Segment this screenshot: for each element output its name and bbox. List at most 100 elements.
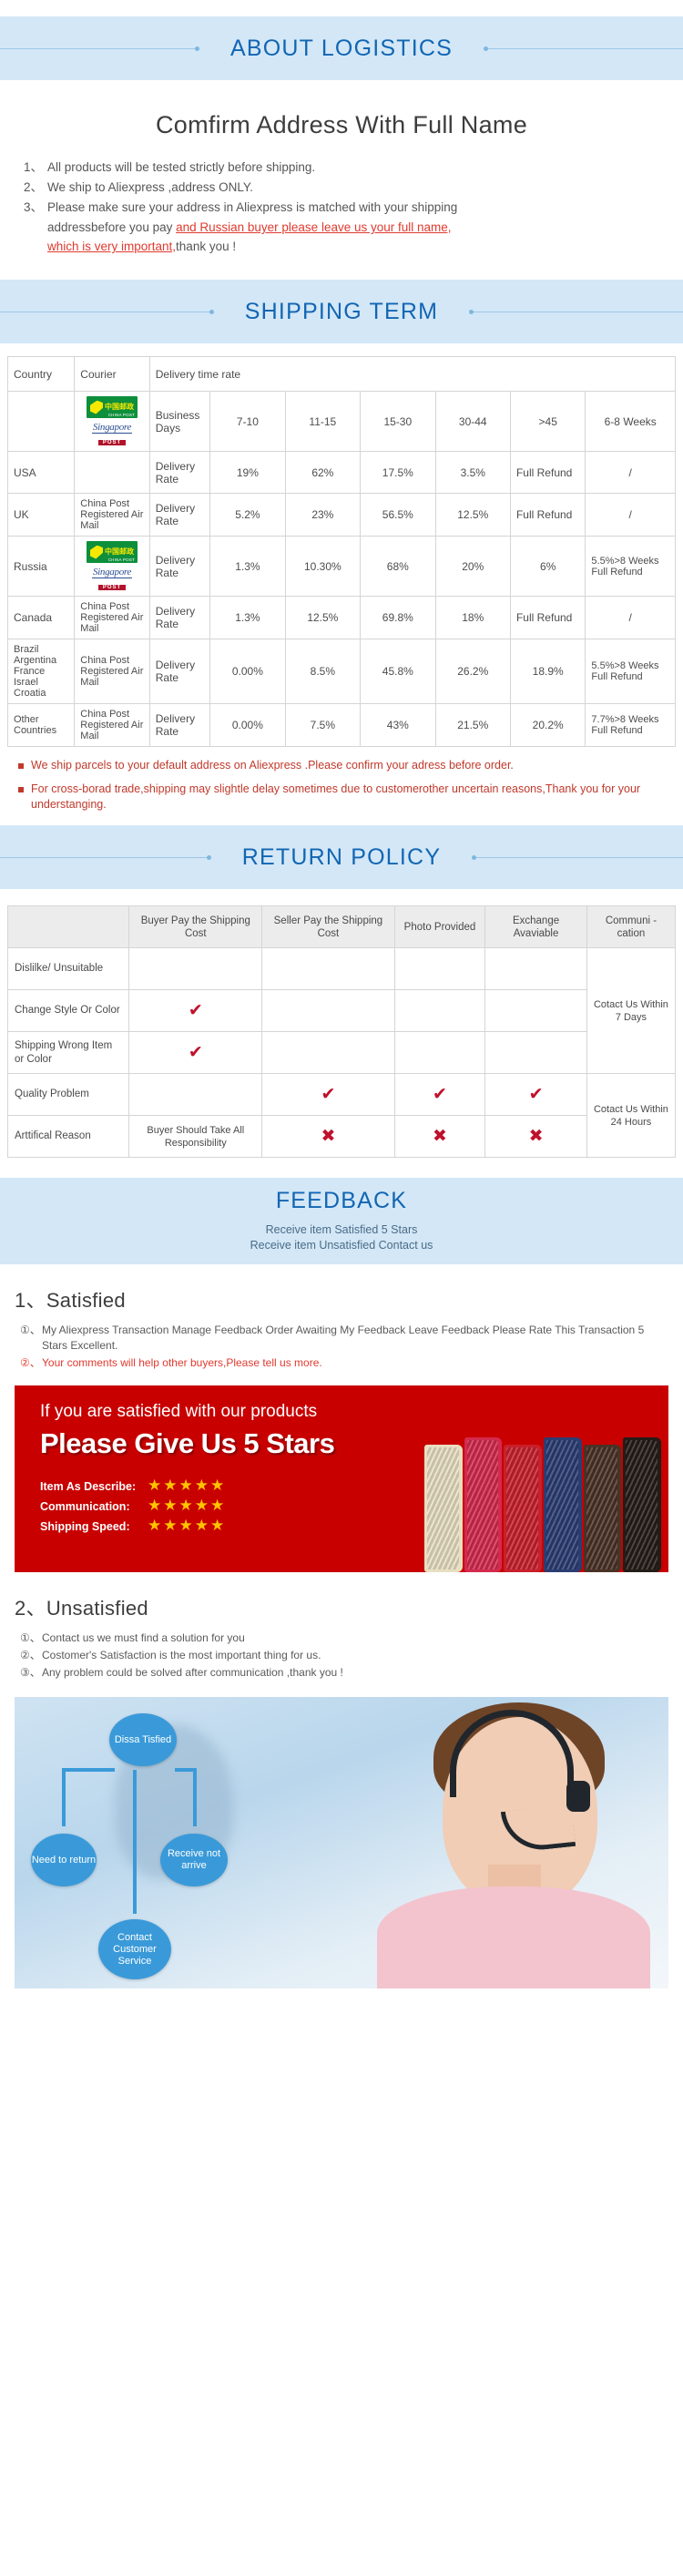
- table-row: Dislilke/ Unsuitable Cotact Us Within 7 …: [6, 947, 677, 1074]
- list-item-text: Any problem could be solved after commun…: [42, 1666, 343, 1679]
- wallet-swatch: [464, 1437, 503, 1572]
- header-communication: Communi -cation: [586, 905, 677, 948]
- shipping-notes: We ship parcels to your default address …: [0, 747, 683, 813]
- wallet-swatch: [623, 1437, 662, 1572]
- flow-arrow-down-left: [62, 1768, 66, 1826]
- about-plain-text-b: thank you !: [176, 240, 237, 253]
- about-red-text-b: which is very important,: [47, 240, 177, 253]
- table-row: Russia 中国邮政 CHINA POST Singapore POST De…: [6, 536, 676, 597]
- flow-bubble-dissatisfied[interactable]: Dissa Tisfied: [109, 1713, 177, 1766]
- row-country: UK: [6, 493, 76, 537]
- china-post-cn-text: 中国邮政: [105, 547, 134, 556]
- shipping-term-table: Country Courier Delivery time rate 中国邮政 …: [6, 356, 677, 747]
- row-label: Arttifical Reason: [6, 1115, 130, 1158]
- singapore-post-script-text: Singapore: [91, 422, 133, 434]
- row-courier-logo: 中国邮政 CHINA POST Singapore POST: [74, 536, 150, 597]
- flow-bubble-contact-customer-service[interactable]: Contact Customer Service: [98, 1919, 171, 1979]
- section-banner-shipping-term: SHIPPING TERM: [0, 280, 683, 343]
- wallet-swatch: [504, 1445, 543, 1572]
- flow-arrow-top-left: [62, 1768, 115, 1772]
- satisfied-heading: 1、Satisfied: [15, 1289, 126, 1312]
- list-item-number: ③、: [20, 1666, 41, 1679]
- wallet-swatch: [424, 1445, 463, 1572]
- row-courier: China Post Registered Air Mail: [74, 639, 150, 704]
- bullet-square-icon: [18, 787, 24, 792]
- row-value: 43%: [360, 703, 436, 747]
- return-table-wrap: Buyer Pay the Shipping Cost Seller Pay t…: [0, 889, 683, 1158]
- section-banner-return-policy: RETURN POLICY: [0, 825, 683, 889]
- row-value: 10.30%: [284, 536, 362, 597]
- bullet-square-icon: [18, 763, 24, 769]
- return-policy-table: Buyer Pay the Shipping Cost Seller Pay t…: [6, 905, 677, 1158]
- about-heading: Comfirm Address With Full Name: [155, 111, 528, 138]
- promo-banner: If you are satisfied with our products P…: [15, 1385, 668, 1572]
- courier-logo-cell: 中国邮政 CHINA POST Singapore POST: [74, 391, 150, 452]
- table-row: Other Countries China Post Registered Ai…: [6, 703, 676, 747]
- rating-label: Shipping Speed:: [40, 1519, 130, 1533]
- list-item-number: ②、: [20, 1356, 41, 1369]
- header-blank: [6, 905, 130, 948]
- flow-bubble-need-to-return[interactable]: Need to return: [31, 1834, 97, 1886]
- header-photo-provided: Photo Provided: [393, 905, 486, 948]
- table-row: Arttifical Reason Buyer Should Take All …: [6, 1115, 676, 1158]
- cross-icon: ✖: [433, 1126, 447, 1146]
- row-label: Change Style Or Color: [6, 989, 130, 1032]
- list-item-number: ①、: [20, 1324, 41, 1336]
- row-value: 1.3%: [209, 536, 286, 597]
- china-post-cn-text: 中国邮政: [105, 403, 134, 411]
- star-rating-icon: ★★★★★: [148, 1497, 227, 1515]
- row-rate-label: Delivery Rate: [148, 536, 211, 597]
- banner-title-feedback: FEEDBACK: [244, 1187, 439, 1214]
- section-banner-about-logistics: ABOUT LOGISTICS: [0, 16, 683, 80]
- about-red-text-a: and Russian buyer please leave us your f…: [176, 220, 452, 234]
- range-over-45: >45: [509, 391, 586, 452]
- promo-line-1: If you are satisfied with our products: [40, 1402, 318, 1421]
- feedback-subtitle-line-2: Receive item Unsatisfied Contact us: [250, 1239, 433, 1252]
- check-icon: ✔: [528, 1084, 544, 1104]
- range-11-15: 11-15: [284, 391, 362, 452]
- about-continuation-line-2: which is very important,thank you !: [24, 237, 661, 256]
- table-row: Canada China Post Registered Air Mail De…: [6, 596, 676, 639]
- cell-buyer-pay: [128, 947, 263, 990]
- header-courier: Courier: [74, 356, 150, 392]
- shipping-note: For cross-borad trade,shipping may sligh…: [18, 782, 665, 813]
- shipping-note-text: We ship parcels to your default address …: [31, 759, 514, 772]
- list-item: 3、 Please make sure your address in Alie…: [24, 198, 661, 217]
- row-value: Full Refund: [509, 596, 586, 639]
- cell-photo: ✖: [393, 1115, 486, 1158]
- table-row: Brazil Argentina France Israel Croatia C…: [6, 639, 676, 704]
- row-value: 0.00%: [209, 703, 286, 747]
- row-value: 12.5%: [434, 493, 511, 537]
- banner-title-return-policy: RETURN POLICY: [210, 843, 473, 871]
- cell-photo: [393, 989, 486, 1032]
- list-item: ②、 Costomer's Satisfaction is the most i…: [20, 1648, 665, 1663]
- cell-seller-pay: ✖: [261, 1115, 395, 1158]
- about-list: 1、 All products will be tested strictly …: [0, 158, 683, 256]
- row-value: 62%: [284, 451, 362, 494]
- flow-bubble-receive-not-arrive[interactable]: Receive not arrive: [160, 1834, 228, 1886]
- row-value: 7.5%: [284, 703, 362, 747]
- row-value: 69.8%: [360, 596, 436, 639]
- star-rating-icon: ★★★★★: [148, 1517, 227, 1535]
- wallet-swatch: [583, 1445, 622, 1572]
- header-delivery-time-rate: Delivery time rate: [148, 356, 677, 392]
- row-value: /: [585, 451, 676, 494]
- row-country: Other Countries: [6, 703, 76, 747]
- rating-label: Communication:: [40, 1499, 130, 1513]
- row-value: 20.2%: [509, 703, 586, 747]
- check-icon: ✔: [321, 1084, 336, 1104]
- shipping-note-text: For cross-borad trade,shipping may sligh…: [31, 782, 641, 811]
- singapore-post-badge-text: POST: [97, 440, 127, 445]
- list-item: ①、 Contact us we must find a solution fo…: [20, 1630, 665, 1646]
- row-value: 5.5%>8 Weeks Full Refund: [585, 639, 676, 704]
- row-value: 8.5%: [284, 639, 362, 704]
- banner-dot-right: [469, 309, 474, 314]
- row-value: 17.5%: [360, 451, 436, 494]
- range-7-10: 7-10: [209, 391, 286, 452]
- china-post-mark-icon: [90, 400, 103, 414]
- feedback-subtitle-line-1: Receive item Satisfied 5 Stars: [265, 1223, 418, 1236]
- flow-bubble-label: Dissa Tisfied: [114, 1733, 172, 1745]
- row-value: 18.9%: [509, 639, 586, 704]
- row-country: Brazil Argentina France Israel Croatia: [6, 639, 76, 704]
- section-banner-feedback: FEEDBACK: [0, 1178, 683, 1223]
